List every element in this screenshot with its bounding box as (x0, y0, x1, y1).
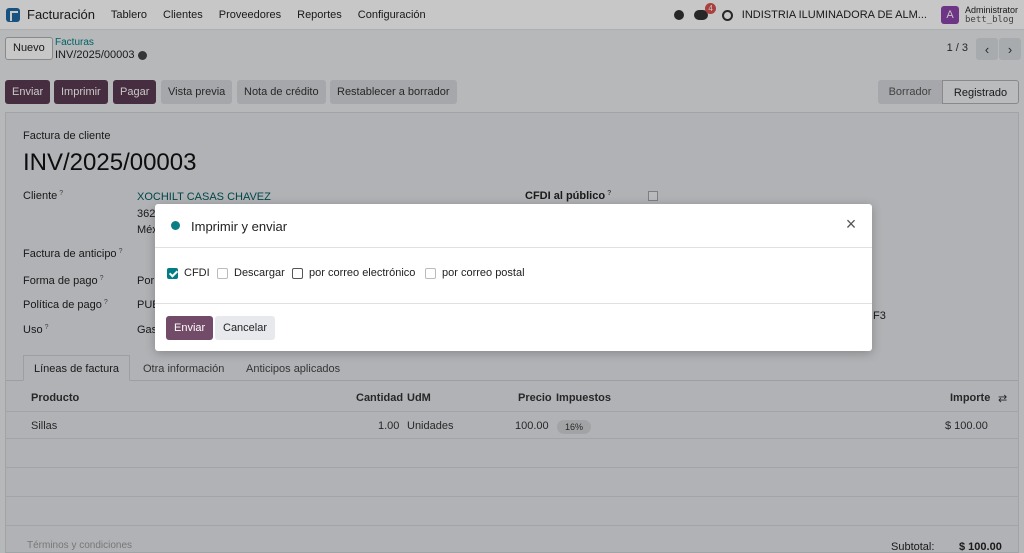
postal-label: por correo postal (442, 267, 525, 279)
email-label: por correo electrónico (309, 267, 416, 279)
dialog-cancel-button[interactable]: Cancelar (215, 316, 276, 340)
dialog-footer: Enviar Cancelar (155, 303, 872, 351)
postal-checkbox[interactable] (425, 267, 436, 279)
close-icon[interactable]: × (842, 215, 860, 233)
debug-bug-icon[interactable] (171, 221, 180, 230)
descargar-label: Descargar (234, 267, 285, 279)
option-email[interactable]: por correo electrónico (292, 267, 415, 279)
option-cfdi[interactable]: CFDI (167, 267, 210, 279)
dialog-header: Imprimir y enviar × (155, 204, 872, 248)
option-postal[interactable]: por correo postal (425, 267, 525, 279)
dialog-send-button[interactable]: Enviar (166, 316, 214, 340)
option-descargar[interactable]: Descargar (217, 267, 285, 279)
dialog-title: Imprimir y enviar (191, 219, 288, 234)
email-checkbox[interactable] (292, 267, 303, 279)
print-send-dialog: Imprimir y enviar × CFDI Descargar por c… (155, 204, 872, 351)
cfdi-label: CFDI (184, 267, 210, 279)
descargar-checkbox[interactable] (217, 267, 228, 279)
cfdi-checkbox[interactable] (167, 267, 178, 279)
